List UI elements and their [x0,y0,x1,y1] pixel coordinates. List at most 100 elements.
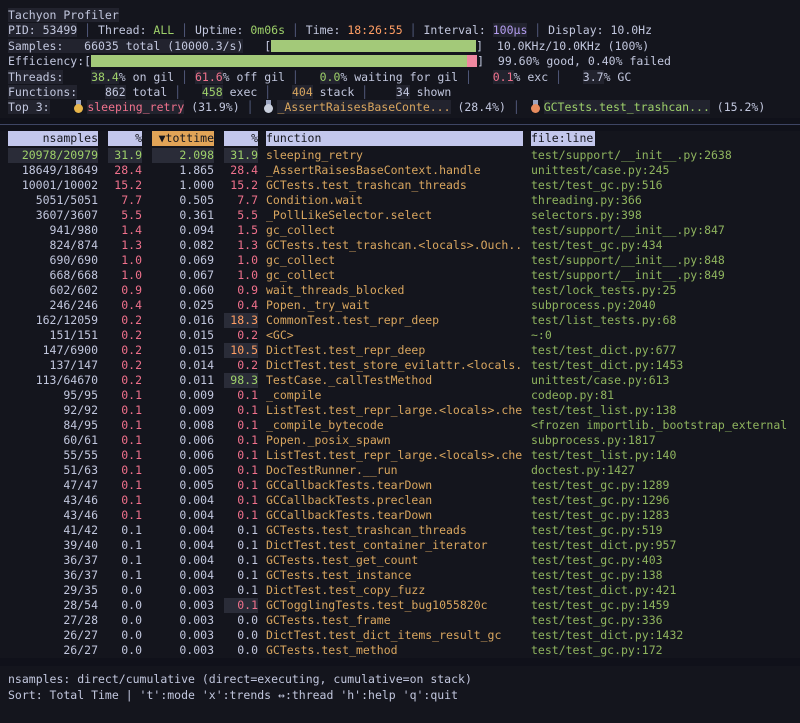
functions-exec-label: exec [223,85,258,99]
cell-direct-percent: 1.0 [108,253,142,268]
table-row[interactable]: 690/690 1.0 0.069 1.0 gc_collect test/su… [0,253,800,268]
cell-nsamples: 690/690 [8,253,98,268]
cell-nsamples: 39/40 [8,538,98,553]
table-row[interactable]: 147/6900 0.2 0.015 10.5 DictTest.test_re… [0,343,800,358]
column-header-file-line[interactable]: file:line [531,131,595,146]
efficiency-line: Efficiency:[] 99.60% good, 0.40% failed [8,54,800,69]
table-row[interactable]: 602/602 0.9 0.060 0.9 wait_threads_block… [0,283,800,298]
cell-nsamples: 26/27 [8,628,98,643]
cell-function: GCCallbackTests.tearDown [266,508,523,523]
table-row[interactable]: 95/95 0.1 0.009 0.1 _compile codeop.py:8… [0,388,800,403]
table-row[interactable]: 162/12059 0.2 0.016 18.3 CommonTest.test… [0,313,800,328]
table-row[interactable]: 5051/5051 7.7 0.505 7.7 Condition.wait t… [0,193,800,208]
column-header-function[interactable]: function [266,131,523,146]
cell-cumulative-percent: 0.2 [224,358,258,373]
cell-tottime: 0.009 [152,403,214,418]
cell-tottime: 0.009 [152,388,214,403]
efficiency-label: Efficiency: [8,54,84,68]
samples-rate-bar-fill [271,40,476,52]
interval-value: 100µs [493,23,528,37]
separator: │ [285,23,306,37]
cell-cumulative-percent: 0.2 [224,328,258,343]
samples-rate-bar [271,40,476,52]
cell-file-line: test/support/__init__.py:2638 [531,148,800,163]
cell-nsamples: 246/246 [8,298,98,313]
bronze-medal-icon [530,100,541,113]
table-row[interactable]: 20978/20979 31.9 2.098 31.9 sleeping_ret… [0,148,800,163]
table-row[interactable]: 84/95 0.1 0.008 0.1 _compile_bytecode <f… [0,418,800,433]
cell-tottime: 0.006 [152,433,214,448]
cell-tottime: 0.067 [152,268,214,283]
cell-tottime: 1.865 [152,163,214,178]
cell-direct-percent: 0.1 [108,553,142,568]
display-value: 10.0Hz [610,23,652,37]
cell-nsamples: 51/63 [8,463,98,478]
cell-tottime: 0.004 [152,493,214,508]
cell-cumulative-percent: 0.1 [224,553,258,568]
cell-function: ListTest.test_repr_large.<locals>.check [266,448,523,463]
cell-direct-percent: 0.2 [108,328,142,343]
display-label: Display: [548,23,610,37]
cell-direct-percent: 0.1 [108,523,142,538]
table-row[interactable]: 41/42 0.1 0.004 0.1 GCTests.test_trashca… [0,523,800,538]
table-row[interactable]: 92/92 0.1 0.009 0.1 ListTest.test_repr_l… [0,403,800,418]
table-row[interactable]: 10001/10002 15.2 1.000 15.2 GCTests.test… [0,178,800,193]
cell-function: GCTests.test_frame [266,613,523,628]
cell-file-line: codeop.py:81 [531,388,800,403]
table-row[interactable]: 151/151 0.2 0.015 0.2 <GC> ~:0 [0,328,800,343]
cell-cumulative-percent: 0.1 [224,493,258,508]
column-header-cumulative-percent[interactable]: % [224,131,258,146]
cell-nsamples: 28/54 [8,598,98,613]
cell-file-line: unittest/case.py:613 [531,373,800,388]
cell-nsamples: 18649/18649 [8,163,98,178]
table-row[interactable]: 29/35 0.0 0.003 0.1 DictTest.test_copy_f… [0,583,800,598]
cell-cumulative-percent: 0.1 [224,403,258,418]
column-header-direct-percent[interactable]: % [108,131,142,146]
table-row[interactable]: 36/37 0.1 0.004 0.1 GCTests.test_instanc… [0,568,800,583]
column-header-nsamples[interactable]: nsamples [8,131,98,146]
separator: │ [527,23,548,37]
cell-cumulative-percent: 10.5 [224,343,258,358]
cell-cumulative-percent: 28.4 [224,163,258,178]
cell-direct-percent: 0.1 [108,403,142,418]
table-row[interactable]: 28/54 0.0 0.003 0.1 GCTogglingTests.test… [0,598,800,613]
table-row[interactable]: 39/40 0.1 0.004 0.1 DictTest.test_contai… [0,538,800,553]
cell-nsamples: 27/28 [8,613,98,628]
cell-file-line: test/test_gc.py:403 [531,553,800,568]
functions-stack: 404 [292,85,313,99]
table-row[interactable]: 113/64670 0.2 0.011 98.3 TestCase._callT… [0,373,800,388]
uptime-label: Uptime: [195,23,250,37]
cell-tottime: 0.004 [152,508,214,523]
table-row[interactable]: 47/47 0.1 0.005 0.1 GCCallbackTests.tear… [0,478,800,493]
column-header-tottime-sorted[interactable]: ▼tottime [152,131,214,146]
table-row[interactable]: 60/61 0.1 0.006 0.1 Popen._posix_spawn s… [0,433,800,448]
table-row[interactable]: 27/28 0.0 0.003 0.0 GCTests.test_frame t… [0,613,800,628]
table-row[interactable]: 18649/18649 28.4 1.865 28.4 _AssertRaise… [0,163,800,178]
table-row[interactable]: 246/246 0.4 0.025 0.4 Popen._try_wait su… [0,298,800,313]
table-row[interactable]: 668/668 1.0 0.067 1.0 gc_collect test/su… [0,268,800,283]
table-row[interactable]: 824/874 1.3 0.082 1.3 GCTests.test_trash… [0,238,800,253]
cell-direct-percent: 0.2 [108,358,142,373]
table-row[interactable]: 55/55 0.1 0.006 0.1 ListTest.test_repr_l… [0,448,800,463]
table-row[interactable]: 36/37 0.1 0.004 0.1 GCTests.test_get_cou… [0,553,800,568]
exc-value: 0.1 [493,70,514,84]
table-row[interactable]: 26/27 0.0 0.003 0.0 DictTest.test_dict_i… [0,628,800,643]
cell-function: DictTest.test_copy_fuzz [266,583,523,598]
functions-exec: 458 [202,85,223,99]
cell-nsamples: 26/27 [8,643,98,658]
table-row[interactable]: 137/147 0.2 0.014 0.2 DictTest.test_stor… [0,358,800,373]
table-row[interactable]: 3607/3607 5.5 0.361 5.5 _PollLikeSelecto… [0,208,800,223]
cell-nsamples: 92/92 [8,403,98,418]
cell-function: Condition.wait [266,193,523,208]
cell-direct-percent: 0.2 [108,313,142,328]
cell-direct-percent: 15.2 [108,178,142,193]
cell-direct-percent: 0.0 [108,628,142,643]
cell-cumulative-percent: 0.9 [224,283,258,298]
table-row[interactable]: 941/980 1.4 0.094 1.5 gc_collect test/su… [0,223,800,238]
table-row[interactable]: 26/27 0.0 0.003 0.0 GCTests.test_method … [0,643,800,658]
cell-direct-percent: 0.1 [108,568,142,583]
table-row[interactable]: 51/63 0.1 0.005 0.1 DocTestRunner.__run … [0,463,800,478]
cell-function: DocTestRunner.__run [266,463,523,478]
table-row[interactable]: 43/46 0.1 0.004 0.1 GCCallbackTests.tear… [0,508,800,523]
table-row[interactable]: 43/46 0.1 0.004 0.1 GCCallbackTests.prec… [0,493,800,508]
